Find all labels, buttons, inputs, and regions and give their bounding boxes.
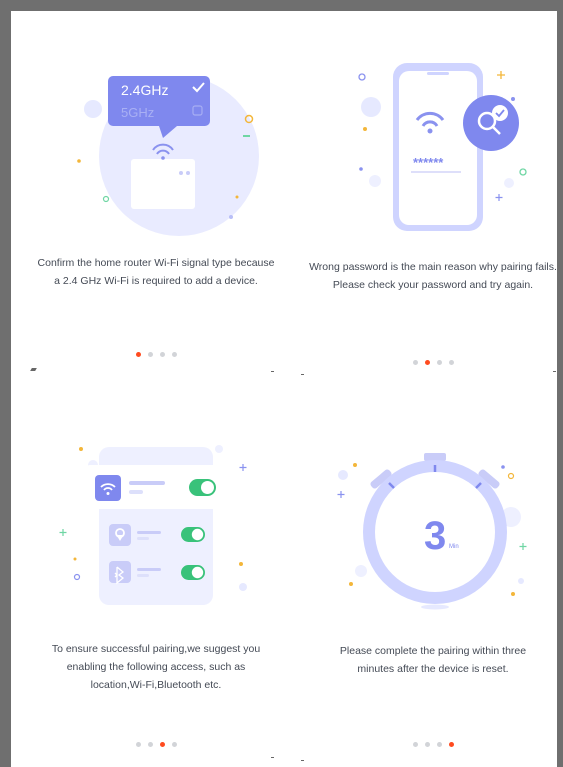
- slide-caption-text: To ensure successful pairing,we suggest …: [51, 643, 261, 691]
- screenshot-frame: 2.4GHz 5GHz Confirm the home router Wi-F…: [0, 0, 563, 767]
- page-dot-3[interactable]: [159, 742, 165, 747]
- page-dot-2[interactable]: [147, 352, 153, 357]
- page-dot-3[interactable]: [436, 742, 442, 747]
- page-dot-1[interactable]: [412, 742, 418, 747]
- bluetooth-toggle[interactable]: [181, 565, 205, 580]
- band-5-label: 5GHz: [121, 105, 154, 120]
- crop-mark: [301, 760, 304, 761]
- page-dot-1[interactable]: [135, 742, 141, 747]
- page-dot-4[interactable]: [448, 742, 454, 747]
- stopwatch-illustration: 3 Min: [337, 453, 527, 610]
- crop-mark: [553, 371, 556, 372]
- slide-router-signal: 2.4GHz 5GHz Confirm the home router Wi-F…: [31, 51, 281, 381]
- page-indicator[interactable]: [31, 352, 281, 357]
- wifi-toggle[interactable]: [189, 479, 216, 496]
- page-dot-2[interactable]: [424, 742, 430, 747]
- slide-permissions: To ensure successful pairing,we suggest …: [31, 431, 281, 766]
- page-indicator[interactable]: [31, 742, 281, 747]
- page-dot-1[interactable]: [135, 352, 141, 357]
- page-dot-4[interactable]: [171, 352, 177, 357]
- timer-unit: Min: [449, 544, 459, 550]
- page-dot-4[interactable]: [448, 360, 454, 365]
- slide-caption: Please complete the pairing within three…: [309, 642, 557, 678]
- page-dot-3[interactable]: [436, 360, 442, 365]
- permissions-illustration: [59, 445, 247, 605]
- crop-mark: [301, 374, 304, 375]
- page-dot-2[interactable]: [147, 742, 153, 747]
- location-icon: [109, 524, 131, 546]
- slide-timer: 3 Min Please complete the pairing within…: [303, 431, 563, 766]
- timer-value: 3: [424, 514, 446, 558]
- page-dot-1[interactable]: [412, 360, 418, 365]
- wifi-icon: [95, 475, 121, 501]
- phone-illustration: ******: [358, 63, 527, 231]
- slide-caption: Wrong password is the main reason why pa…: [309, 261, 557, 291]
- page-dot-2[interactable]: [424, 360, 430, 365]
- bluetooth-icon: [109, 561, 131, 585]
- password-mask: ******: [413, 155, 444, 170]
- router-illustration: 2.4GHz 5GHz: [77, 76, 259, 236]
- slide-caption: Confirm the home router Wi-Fi signal typ…: [37, 257, 275, 287]
- location-toggle[interactable]: [181, 527, 205, 542]
- crop-mark: [271, 757, 274, 758]
- band-24-label: 2.4GHz: [121, 82, 168, 98]
- page-indicator[interactable]: [303, 742, 563, 747]
- page-dot-4[interactable]: [171, 742, 177, 747]
- page-indicator[interactable]: [303, 360, 563, 365]
- slide-caption: To ensure successful pairing,we suggest …: [31, 640, 281, 694]
- slide-caption-text: Please complete the pairing within three…: [339, 645, 527, 675]
- slide-wrong-password: ****** Wrong password is the main reason…: [303, 51, 563, 381]
- crop-mark: [271, 371, 274, 372]
- page-dot-3[interactable]: [159, 352, 165, 357]
